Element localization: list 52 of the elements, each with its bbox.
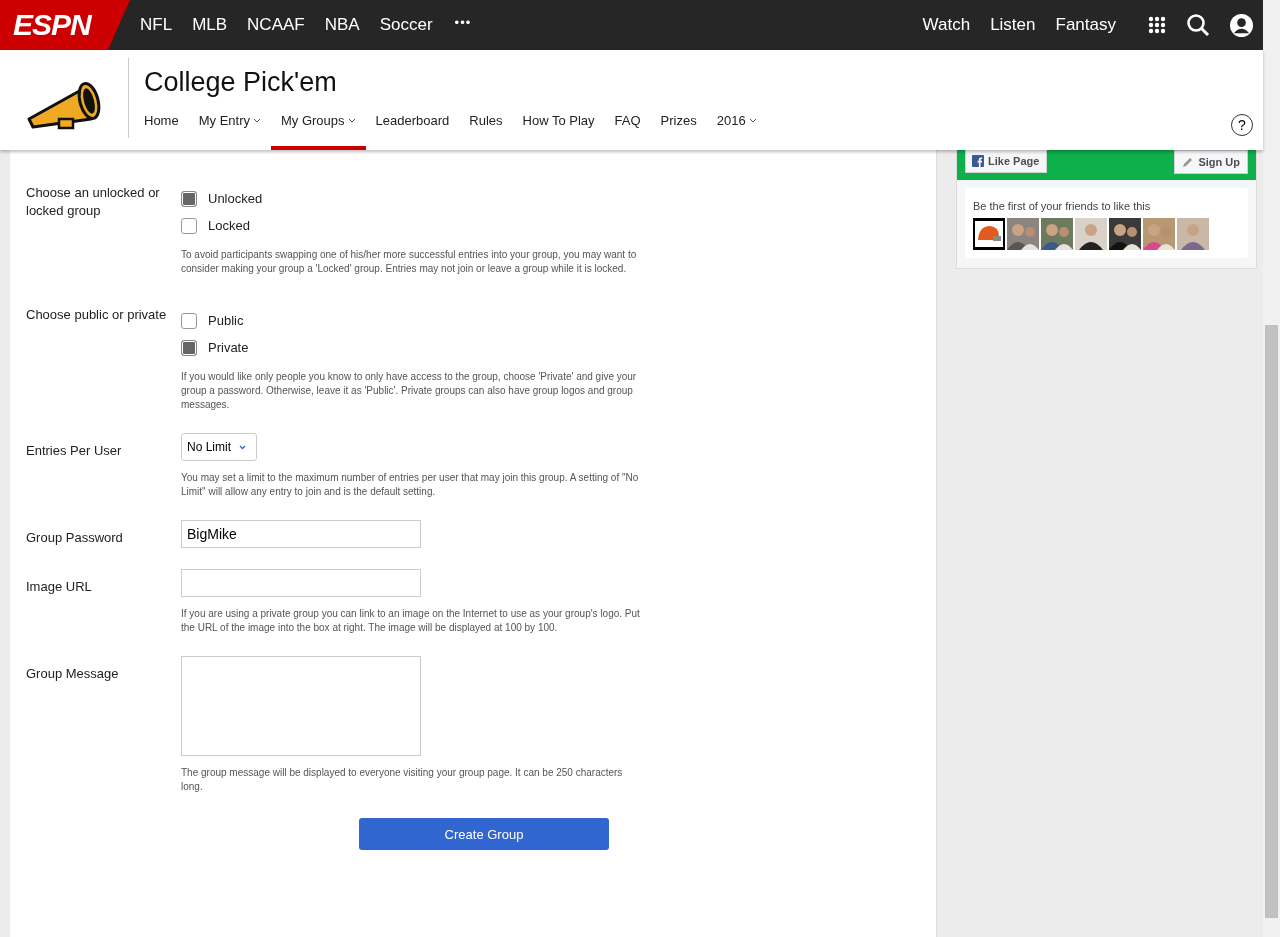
chevron-down-icon xyxy=(239,444,246,450)
page-title: College Pick'em xyxy=(144,67,338,98)
option-label[interactable]: Unlocked xyxy=(208,191,263,206)
help-text: You may set a limit to the maximum number of entries per user that may join this group. A setting of "No Limit" will allow any entry to join and is the default setting. xyxy=(181,471,640,499)
nav-tab[interactable]: Rules xyxy=(459,113,513,150)
help-text: If you would like only people you know to only have access to the group, choose 'Private' and give your group a password. Otherwise, leave it as 'Public'. Private groups can also have group logos and group messages. xyxy=(181,370,638,412)
nav-tab[interactable]: 2016 xyxy=(706,113,767,150)
radio-box[interactable] xyxy=(181,190,197,207)
radio-box[interactable] xyxy=(181,339,197,356)
radio-box[interactable] xyxy=(181,217,197,234)
field-label: Choose public or private xyxy=(26,306,168,324)
sign-up-button[interactable]: Sign Up xyxy=(1174,150,1248,174)
scrollbar[interactable] xyxy=(1263,0,1280,937)
nav-tab[interactable]: Leaderboard xyxy=(365,113,460,150)
apps-grid-icon[interactable] xyxy=(1148,16,1166,34)
nav-tab[interactable]: FAQ xyxy=(604,113,651,150)
nav-tab[interactable]: Prizes xyxy=(650,113,707,150)
facebook-icon xyxy=(972,155,984,167)
sport-link[interactable]: MLB xyxy=(192,15,228,35)
option-label[interactable]: Locked xyxy=(208,218,250,233)
radio-box[interactable] xyxy=(181,312,197,329)
like-page-button[interactable]: Like Page xyxy=(965,150,1048,173)
option-label[interactable]: Public xyxy=(208,313,244,328)
field-label: Group Password xyxy=(26,529,124,547)
field-label: Choose an unlocked or locked group xyxy=(26,184,161,220)
search-icon[interactable] xyxy=(1186,13,1210,37)
top-link[interactable]: Watch xyxy=(922,15,971,35)
sport-link[interactable]: NCAAF xyxy=(247,15,305,35)
help-text: To avoid participants swapping one of his/her more successful entries into your group, you may want to consider making your group a 'Locked' group. Entries may not join or leave a group while it is locked. xyxy=(181,248,638,276)
field-label: Entries Per User xyxy=(26,442,123,460)
more-button[interactable]: ••• xyxy=(454,15,472,35)
top-link[interactable]: Fantasy xyxy=(1055,15,1116,35)
help-text: If you are using a private group you can link to an image on the Internet to use as your group's logo. Put the URL of the image into the box at right. The image will be displayed at 100 by 100. xyxy=(181,607,641,635)
nav-tab[interactable]: Home xyxy=(144,113,189,150)
top-link[interactable]: Listen xyxy=(990,15,1036,35)
entries-select[interactable]: No Limit xyxy=(181,433,257,461)
option-label[interactable]: Private xyxy=(208,340,249,355)
sport-link[interactable]: Soccer xyxy=(379,15,433,35)
espn-logo[interactable]: ESPN xyxy=(0,0,130,50)
help-text: The group message will be displayed to everyone visiting your group page. It can be 250 characters long. xyxy=(181,766,624,794)
input-field[interactable]: BigMike xyxy=(181,520,421,548)
pencil-icon xyxy=(1182,156,1195,168)
friends-text: Be the first of your friends to like this xyxy=(973,200,1151,212)
field-label: Image URL xyxy=(26,578,93,596)
sport-link[interactable]: NFL xyxy=(140,15,173,35)
sport-link[interactable]: NBA xyxy=(324,15,360,35)
nav-tab[interactable]: My Entry xyxy=(188,113,271,150)
field-label: Group Message xyxy=(26,665,120,683)
nav-tab[interactable]: How To Play xyxy=(512,113,605,150)
input-field[interactable] xyxy=(181,569,421,597)
create-group-button[interactable]: Create Group xyxy=(359,818,609,850)
account-icon[interactable] xyxy=(1230,13,1253,37)
